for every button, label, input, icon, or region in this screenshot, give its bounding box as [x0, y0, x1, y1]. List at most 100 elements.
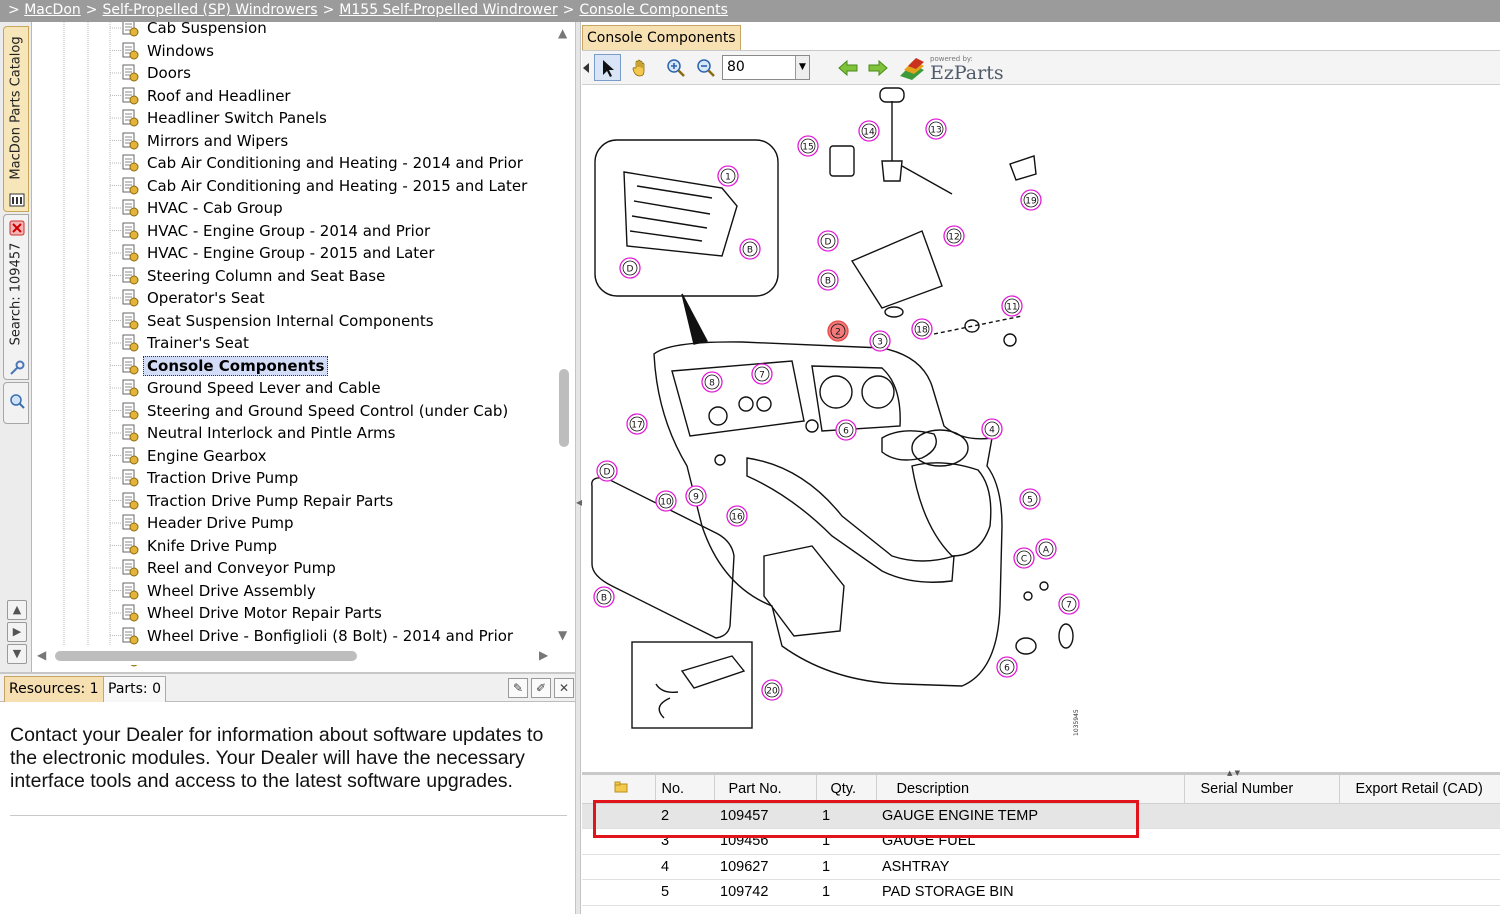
- tree-item[interactable]: HVAC - Engine Group - 2015 and Later: [121, 243, 435, 263]
- tree-item[interactable]: Cab Air Conditioning and Heating - 2015 …: [121, 176, 527, 196]
- zoom-out-button[interactable]: [692, 54, 719, 81]
- tree-item[interactable]: Windows: [121, 41, 214, 61]
- tree-item[interactable]: Trainer's Seat: [121, 333, 249, 353]
- chevron-down-icon[interactable]: ▼: [795, 56, 809, 79]
- callout-7[interactable]: 7: [751, 363, 773, 385]
- scroll-down-arrow-icon[interactable]: ▼: [558, 628, 567, 642]
- tab-console-components[interactable]: Console Components: [582, 25, 741, 50]
- callout-5[interactable]: 5: [1019, 488, 1041, 510]
- tree-item[interactable]: Traction Drive Pump Repair Parts: [121, 491, 393, 511]
- callout-10[interactable]: 10: [655, 490, 677, 512]
- tree-item[interactable]: Ground Speed Lever and Cable: [121, 378, 381, 398]
- tree-item[interactable]: Console Components: [121, 355, 329, 376]
- tab-new-search[interactable]: [3, 382, 29, 424]
- tab-parts-catalog[interactable]: MacDon Parts Catalog: [3, 26, 29, 212]
- breadcrumb-link-console-components[interactable]: Console Components: [579, 2, 728, 18]
- tree-item[interactable]: Operator's Seat: [121, 288, 265, 308]
- callout-6[interactable]: 6: [996, 656, 1018, 678]
- scroll-right-arrow-icon[interactable]: ▶: [539, 648, 548, 662]
- callout-11[interactable]: 11: [1001, 295, 1023, 317]
- pan-hand-button[interactable]: [626, 54, 653, 81]
- nav-down-button[interactable]: ▼: [7, 644, 27, 664]
- callout-D[interactable]: D: [596, 460, 618, 482]
- column-header-price[interactable]: Export Retail (CAD): [1339, 775, 1500, 804]
- zoom-level-input[interactable]: 80 ▼: [722, 55, 810, 80]
- tree-item[interactable]: Roof and Headliner: [121, 86, 291, 106]
- breadcrumb-link-macdon[interactable]: MacDon: [24, 2, 81, 18]
- tree-item[interactable]: Doors: [121, 63, 191, 83]
- tree-item[interactable]: Steering Column and Seat Base: [121, 266, 385, 286]
- callout-13[interactable]: 13: [925, 118, 947, 140]
- toolbar-left-arrow-icon[interactable]: [580, 54, 592, 81]
- tree-item[interactable]: Wheel Drive Motor Repair Parts: [121, 603, 382, 623]
- tree-item[interactable]: Knife Drive Pump: [121, 536, 277, 556]
- callout-4[interactable]: 4: [981, 418, 1003, 440]
- callout-3[interactable]: 3: [869, 330, 891, 352]
- callout-2[interactable]: 2: [827, 320, 849, 342]
- exploded-view-drawing[interactable]: 1234567891011121314151617181920ABCDBDDB6…: [582, 86, 1500, 772]
- pin-icon[interactable]: ✎: [508, 678, 528, 698]
- column-header-no[interactable]: No.: [655, 775, 715, 804]
- tree-item[interactable]: Neutral Interlock and Pintle Arms: [121, 423, 395, 443]
- callout-9[interactable]: 9: [685, 485, 707, 507]
- column-header-qty[interactable]: Qty.: [816, 775, 877, 804]
- callout-14[interactable]: 14: [858, 120, 880, 142]
- tree-item[interactable]: HVAC - Engine Group - 2014 and Prior: [121, 221, 430, 241]
- tree-item[interactable]: Headliner Switch Panels: [121, 108, 327, 128]
- callout-15[interactable]: 15: [797, 135, 819, 157]
- tab-parts[interactable]: Parts: 0: [103, 676, 167, 702]
- callout-17[interactable]: 17: [626, 413, 648, 435]
- tree-horizontal-scroll-thumb[interactable]: [55, 651, 357, 661]
- column-header-part-no[interactable]: Part No.: [714, 775, 817, 804]
- tree-item[interactable]: Wheel Drive - Bonfiglioli (8 Bolt) - 201…: [121, 626, 513, 646]
- callout-D[interactable]: D: [817, 230, 839, 252]
- nav-expand-button[interactable]: ▶: [7, 622, 27, 642]
- table-row[interactable]: 4 109627 1 ASHTRAY: [582, 854, 1500, 880]
- tree-item[interactable]: Cab Suspension: [121, 22, 267, 38]
- tree-item[interactable]: Mirrors and Wipers: [121, 131, 288, 151]
- tree-item[interactable]: HVAC - Cab Group: [121, 198, 283, 218]
- callout-18[interactable]: 18: [911, 318, 933, 340]
- column-header-description[interactable]: Description: [876, 775, 1185, 804]
- callout-C[interactable]: C: [1013, 547, 1035, 569]
- tab-search-results[interactable]: Search: 109457: [3, 214, 29, 380]
- zoom-in-button[interactable]: [662, 54, 689, 81]
- tree-item[interactable]: Seat Suspension Internal Components: [121, 311, 434, 331]
- callout-8[interactable]: 8: [701, 371, 723, 393]
- nav-up-button[interactable]: ▲: [7, 600, 27, 620]
- select-pointer-button[interactable]: [594, 54, 621, 81]
- callout-A[interactable]: A: [1035, 538, 1057, 560]
- table-row[interactable]: 5 109742 1 PAD STORAGE BIN: [582, 879, 1500, 906]
- parts-diagram[interactable]: 1 2 3 4 5 6 7 8 9 10 11 12 13 14 15 16 17 18 19 20 A B C D B D D B 6…: [582, 86, 1500, 772]
- column-header-serial[interactable]: Serial Number: [1184, 775, 1340, 804]
- callout-B[interactable]: B: [593, 586, 615, 608]
- tab-resources[interactable]: Resources: 1: [4, 676, 104, 702]
- callout-19[interactable]: 19: [1020, 189, 1042, 211]
- previous-page-button[interactable]: [834, 54, 861, 81]
- tree-item[interactable]: Header Drive Pump: [121, 513, 294, 533]
- tree-vertical-scroll-thumb[interactable]: [559, 369, 569, 447]
- next-page-button[interactable]: [864, 54, 891, 81]
- scroll-left-arrow-icon[interactable]: ◀: [37, 648, 46, 662]
- callout-20[interactable]: 20: [761, 679, 783, 701]
- callout-16[interactable]: 16: [726, 505, 748, 527]
- tree-item[interactable]: Reel and Conveyor Pump: [121, 558, 336, 578]
- callout-D[interactable]: D: [619, 257, 641, 279]
- tree-horizontal-scrollbar[interactable]: ◀ ▶: [33, 647, 555, 665]
- callout-B[interactable]: B: [817, 269, 839, 291]
- callout-B[interactable]: B: [739, 238, 761, 260]
- callout-7[interactable]: 7: [1058, 593, 1080, 615]
- tree-vertical-scrollbar[interactable]: ▲ ▼: [555, 24, 573, 649]
- edit-icon[interactable]: ✐: [531, 678, 551, 698]
- tree-item[interactable]: Engine Gearbox: [121, 446, 267, 466]
- callout-12[interactable]: 12: [943, 225, 965, 247]
- callout-6[interactable]: 6: [835, 419, 857, 441]
- tree-item[interactable]: Traction Drive Pump: [121, 468, 298, 488]
- close-search-tab-icon[interactable]: [8, 219, 26, 237]
- column-header-icon[interactable]: [582, 775, 656, 804]
- close-icon[interactable]: ✕: [554, 678, 574, 698]
- tree-item[interactable]: Cab Air Conditioning and Heating - 2014 …: [121, 153, 523, 173]
- tree-item[interactable]: Wheel Drive Assembly: [121, 581, 316, 601]
- panel-splitter[interactable]: ◀: [575, 22, 582, 914]
- resize-grip-icon[interactable]: ▲ ▼: [1227, 769, 1240, 777]
